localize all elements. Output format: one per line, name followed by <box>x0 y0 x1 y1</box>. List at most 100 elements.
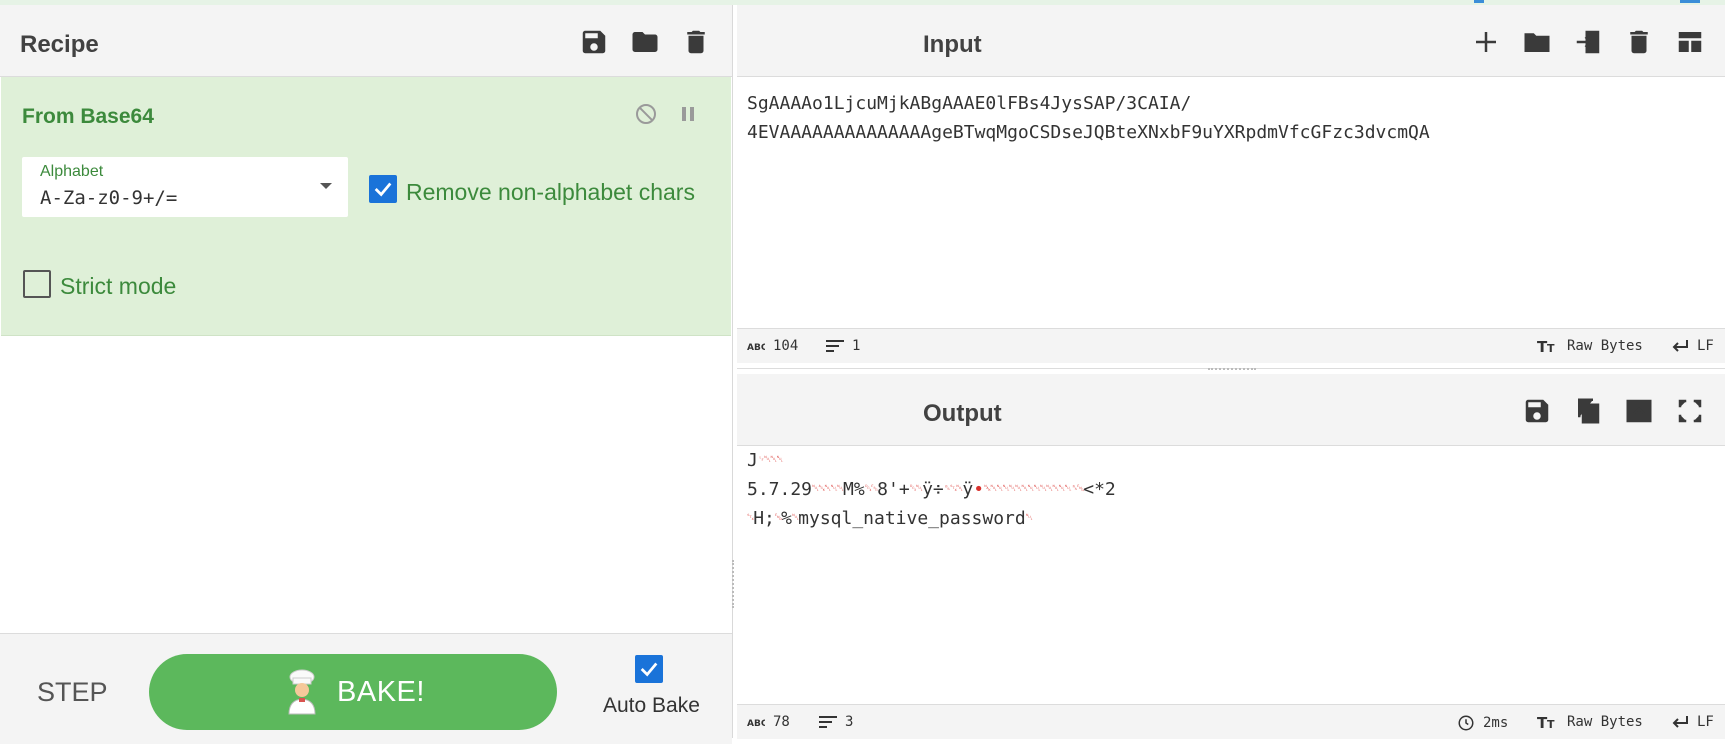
output-lines-value: 3 <box>845 714 854 730</box>
operation-from-base64[interactable]: From Base64 Alphabet A-Za-z0-9+/= Remove… <box>1 77 731 336</box>
checkmark-icon <box>640 662 658 677</box>
auto-bake-checkbox[interactable] <box>635 655 663 683</box>
pause-icon <box>682 107 694 121</box>
open-input-folder-button[interactable] <box>1518 23 1556 61</box>
strict-mode-label: Strict mode <box>60 273 177 299</box>
maximize-output-button[interactable] <box>1671 392 1709 430</box>
output-line-3: ␂H;␅%␀mysql_native_password␀ <box>747 508 1033 529</box>
clear-recipe-button[interactable] <box>677 23 715 61</box>
output-line-2: 5.7.29␀␆␀␀␀M%␔␛8'+␒␀ÿ÷␈␂␀ÿ•␕␀␀␀␀␀␀␀␀␀␀␀␀… <box>747 479 1116 500</box>
disable-icon <box>636 104 656 124</box>
step-button[interactable]: STEP <box>37 677 108 708</box>
input-length-value: 104 <box>773 338 799 354</box>
alphabet-value: A-Za-z0-9+/= <box>40 187 178 209</box>
input-encoding[interactable]: TT Raw Bytes <box>1537 338 1643 354</box>
input-eol-value: LF <box>1697 338 1714 354</box>
input-status-bar: ABC 104 1 TT Raw Bytes LF <box>737 328 1725 363</box>
recipe-header: Recipe <box>0 5 732 77</box>
input-lines-value: 1 <box>852 338 861 354</box>
save-icon <box>582 30 606 54</box>
abc-icon: ABC <box>747 343 765 351</box>
remove-non-alphabet-checkbox[interactable] <box>369 175 397 203</box>
remove-non-alphabet-label: Remove non-alphabet chars <box>406 179 695 205</box>
input-title: Input <box>923 31 982 58</box>
output-text-segment: mysql_native_password <box>798 508 1026 529</box>
text-size-icon: TT <box>1537 338 1555 354</box>
load-recipe-button[interactable] <box>626 23 664 61</box>
reset-layout-button[interactable] <box>1671 23 1709 61</box>
output-eol-value: LF <box>1697 714 1714 730</box>
input-line: SgAAAAo1LjcuMjkABgAAAE0lFBs4JysSAP/3CAIA… <box>747 93 1192 114</box>
disable-operation-button[interactable] <box>631 99 661 129</box>
replace-input-icon <box>1626 399 1652 423</box>
maximize-icon <box>1678 399 1702 423</box>
checkmark-icon <box>374 182 392 197</box>
alphabet-select[interactable]: Alphabet A-Za-z0-9+/= <box>22 157 348 217</box>
output-text-segment: H; <box>753 508 775 529</box>
folder-icon <box>1524 33 1550 52</box>
replace-input-button[interactable] <box>1620 392 1658 430</box>
bake-time: 2ms <box>1457 714 1508 732</box>
output-length: ABC 78 <box>747 714 790 730</box>
recipe-title: Recipe <box>20 31 99 58</box>
return-icon <box>1672 716 1688 728</box>
output-status-bar: ABC 78 3 2ms TT Raw Bytes LF <box>737 704 1725 739</box>
abc-icon: ABC <box>747 719 765 727</box>
clear-input-button[interactable] <box>1620 23 1658 61</box>
input-lines: 1 <box>826 338 860 354</box>
output-text-segment: M% <box>843 479 865 500</box>
bake-time-value: 2ms <box>1483 715 1509 731</box>
output-text-segment: 5.7.29 <box>747 479 813 500</box>
output-title: Output <box>923 400 1002 427</box>
plus-icon <box>1476 32 1496 52</box>
add-input-button[interactable] <box>1467 23 1505 61</box>
save-recipe-button[interactable] <box>575 23 613 61</box>
svg-text:T: T <box>1547 342 1555 354</box>
file-import-icon <box>1576 30 1600 54</box>
text-size-icon: TT <box>1537 714 1555 730</box>
input-textarea[interactable]: SgAAAAo1LjcuMjkABgAAAE0lFBs4JysSAP/3CAIA… <box>747 89 1715 147</box>
output-text-segment: J <box>747 450 758 471</box>
copy-output-button[interactable] <box>1569 392 1607 430</box>
recipe-panel: Recipe From Base64 Alphabet A-Za-z0-9+/=… <box>0 5 733 744</box>
bake-controls: STEP BAKE! Auto Bake <box>0 633 732 744</box>
output-encoding[interactable]: TT Raw Bytes <box>1537 714 1643 730</box>
open-input-file-button[interactable] <box>1569 23 1607 61</box>
top-accent-mark <box>1680 0 1700 3</box>
svg-text:ABC: ABC <box>747 719 765 727</box>
clock-icon <box>1458 715 1474 731</box>
save-icon <box>1525 399 1549 423</box>
svg-text:T: T <box>1547 718 1555 730</box>
output-length-value: 78 <box>773 714 790 730</box>
output-line-1: J␊␀␀␀ <box>747 450 784 471</box>
svg-text:ABC: ABC <box>747 343 765 351</box>
layout-icon <box>1678 32 1702 52</box>
save-output-button[interactable] <box>1518 392 1556 430</box>
output-lines: 3 <box>819 714 853 730</box>
bake-button[interactable]: BAKE! <box>149 654 557 730</box>
folder-icon <box>632 32 658 52</box>
output-text[interactable]: J␊␀␀␀ 5.7.29␀␆␀␀␀M%␔␛8'+␒␀ÿ÷␈␂␀ÿ•␕␀␀␀␀␀␀… <box>747 446 1715 533</box>
operation-title: From Base64 <box>22 105 154 128</box>
input-length: ABC 104 <box>747 338 798 354</box>
alphabet-label: Alphabet <box>40 163 104 180</box>
bake-label: BAKE! <box>337 675 425 708</box>
strict-mode-checkbox[interactable] <box>23 270 51 298</box>
input-encoding-value: Raw Bytes <box>1567 338 1643 354</box>
return-icon <box>1672 340 1688 352</box>
output-encoding-value: Raw Bytes <box>1567 714 1643 730</box>
output-eol[interactable]: LF <box>1671 714 1714 730</box>
output-text-segment: % <box>781 508 792 529</box>
input-eol[interactable]: LF <box>1671 338 1714 354</box>
trash-icon <box>1630 30 1648 54</box>
chevron-down-icon <box>320 183 332 189</box>
copy-icon <box>1578 398 1600 424</box>
output-text-segment: <*2 <box>1083 479 1116 500</box>
output-text-segment: 8'+ <box>877 479 910 500</box>
output-text-segment: ÿ÷ <box>922 479 944 500</box>
auto-bake-label: Auto Bake <box>603 694 700 717</box>
trash-icon <box>687 30 705 54</box>
input-line: 4EVAAAAAAAAAAAAAAgeBTwqMgoCSDseJQBteXNxb… <box>747 122 1430 143</box>
chef-icon <box>288 669 316 715</box>
breakpoint-button[interactable] <box>673 99 703 129</box>
